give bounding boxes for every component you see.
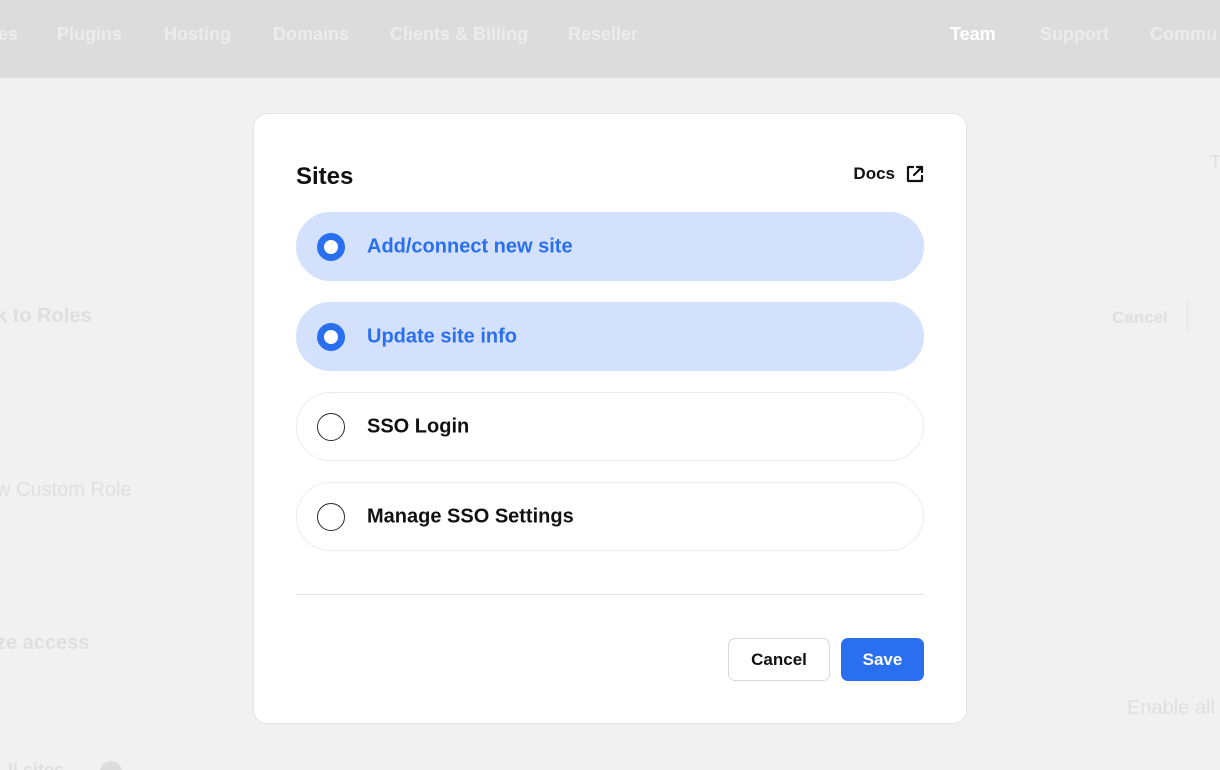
- modal-divider: [296, 594, 924, 595]
- nav-item-domains[interactable]: Domains: [273, 24, 349, 45]
- nav-item-support[interactable]: Support: [1040, 24, 1109, 45]
- radio-button-checked[interactable]: [317, 232, 345, 261]
- option-add-connect-new-site[interactable]: Add/connect new site: [296, 212, 924, 281]
- docs-link[interactable]: Docs: [853, 164, 925, 184]
- nav-item-sites[interactable]: es: [0, 24, 18, 45]
- save-button[interactable]: Save: [841, 638, 924, 681]
- back-to-roles-link: k to Roles: [0, 305, 92, 327]
- radio-button-checked[interactable]: [317, 322, 345, 351]
- radio-button-unchecked[interactable]: [317, 502, 345, 531]
- option-label: SSO Login: [367, 415, 470, 437]
- option-manage-sso-settings[interactable]: Manage SSO Settings: [296, 482, 924, 551]
- top-navigation: es Plugins Hosting Domains Clients & Bil…: [0, 0, 1220, 78]
- background-cancel-button: Cancel: [1112, 308, 1168, 327]
- nav-item-community[interactable]: Commu: [1150, 24, 1217, 45]
- nav-item-plugins[interactable]: Plugins: [57, 24, 122, 45]
- nav-item-hosting[interactable]: Hosting: [164, 24, 231, 45]
- nav-item-team[interactable]: Team: [950, 24, 996, 45]
- radio-button-unchecked[interactable]: [317, 412, 345, 441]
- sites-permissions-modal: Sites Docs Add/connect new site Update s…: [253, 113, 967, 724]
- option-label: Update site info: [367, 325, 518, 347]
- all-sites-label: ll sites: [8, 760, 65, 770]
- modal-title: Sites: [296, 163, 354, 190]
- external-link-icon: [905, 164, 925, 184]
- new-custom-role-heading: w Custom Role: [0, 479, 132, 501]
- option-label: Manage SSO Settings: [367, 505, 574, 527]
- nav-item-reseller[interactable]: Reseller: [568, 24, 638, 45]
- background-t-label: T: [1210, 152, 1220, 172]
- enable-all-toggle-label: Enable all: [1127, 697, 1215, 719]
- docs-label: Docs: [853, 164, 895, 183]
- option-update-site-info[interactable]: Update site info: [296, 302, 924, 371]
- option-label: Add/connect new site: [367, 235, 573, 257]
- nav-item-clients-billing[interactable]: Clients & Billing: [390, 24, 528, 45]
- background-divider: [1187, 300, 1188, 334]
- option-sso-login[interactable]: SSO Login: [296, 392, 924, 461]
- info-icon: [100, 761, 122, 770]
- cancel-button[interactable]: Cancel: [728, 638, 830, 681]
- customize-access-heading: ze access: [0, 632, 90, 654]
